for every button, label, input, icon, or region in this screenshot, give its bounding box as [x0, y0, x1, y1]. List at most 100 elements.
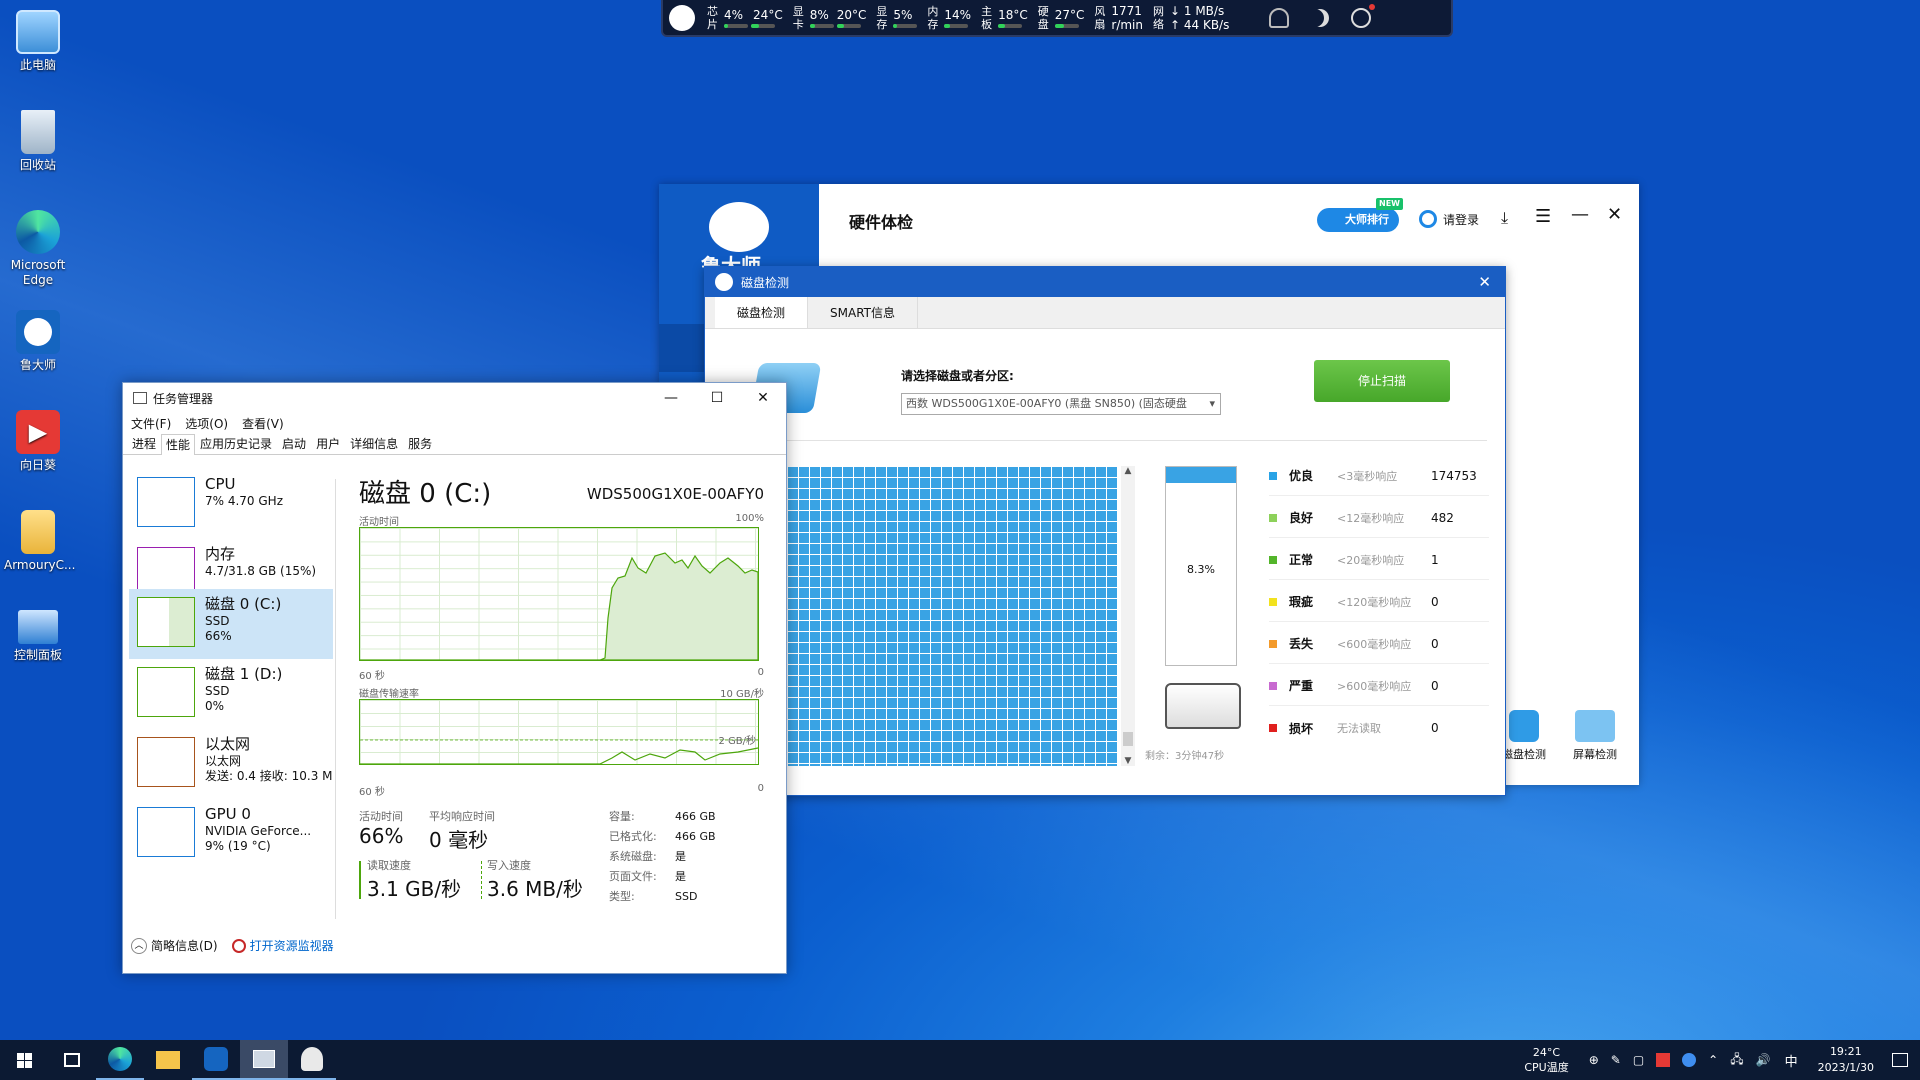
scan-progress-bar: 8.3% [1165, 466, 1237, 666]
scan-progress-text: 8.3% [1187, 563, 1215, 576]
ludashi-small-icon [715, 273, 733, 291]
desktop-icon-sunlogin[interactable]: ▶ 向日葵 [4, 410, 72, 473]
activity-graph [359, 527, 759, 661]
moon-icon[interactable] [1311, 9, 1329, 27]
tray-window-icon[interactable]: ▢ [1633, 1053, 1644, 1067]
tab-details[interactable]: 详细信息 [345, 433, 403, 454]
desktop-icon-ludashi[interactable]: 鲁大师 [4, 310, 72, 373]
active-time-value: 66% [359, 824, 404, 848]
clock[interactable]: 19:21 2023/1/30 [1818, 1044, 1874, 1076]
scroll-up-icon[interactable]: ▲ [1121, 466, 1135, 476]
desktop-icon-control-panel[interactable]: 控制面板 [4, 610, 72, 663]
tab-disk-check[interactable]: 磁盘检测 [715, 297, 809, 328]
ethernet-minigraph [137, 737, 195, 787]
write-accent [481, 861, 482, 899]
ime-indicator[interactable]: 中 [1785, 1051, 1798, 1070]
start-button[interactable] [0, 1040, 48, 1080]
hw-disk: 硬盘 27°C [1037, 4, 1085, 31]
menu-file[interactable]: 文件(F) [131, 415, 171, 432]
cpu-temp-widget[interactable]: 24°C CPU温度 [1524, 1045, 1568, 1075]
tab-users[interactable]: 用户 [311, 433, 345, 454]
chevron-down-icon: ▾ [1206, 394, 1218, 414]
tab-processes[interactable]: 进程 [127, 433, 161, 454]
tab-startup[interactable]: 启动 [277, 433, 311, 454]
graph1-max: 100% [735, 513, 764, 524]
dialog-tabs: 磁盘检测 SMART信息 [705, 297, 1505, 329]
tab-app-history[interactable]: 应用历史记录 [195, 433, 277, 454]
network-icon[interactable]: 🖧 [1730, 1050, 1743, 1071]
brief-info-button[interactable]: ︿ 简略信息(D) [131, 937, 218, 954]
tab-services[interactable]: 服务 [403, 433, 437, 454]
desktop-icon-this-pc[interactable]: 此电脑 [4, 10, 72, 73]
download-icon[interactable]: ⤓ [1501, 208, 1508, 228]
legend-row: 良好 <12毫秒响应 482 [1269, 498, 1489, 538]
tray-edit-icon[interactable]: ✎ [1611, 1053, 1621, 1067]
sidebar-item-cpu[interactable]: CPU 7% 4.70 GHz [129, 469, 333, 539]
sector-map [787, 466, 1117, 766]
menu-view[interactable]: 查看(V) [242, 415, 284, 432]
volume-icon[interactable]: 🔊 [1756, 1053, 1771, 1067]
tab-performance[interactable]: 性能 [161, 434, 196, 455]
edge-icon [108, 1047, 132, 1071]
response-value: 0 毫秒 [429, 828, 489, 852]
taskbar-ludashi-monitor[interactable] [288, 1040, 336, 1080]
notification-icon[interactable] [1892, 1053, 1908, 1067]
hw-memory: 内存 14% [927, 4, 972, 31]
graph1-min: 0 [757, 667, 764, 678]
tool-disk-check[interactable]: 磁盘检测 [1499, 710, 1549, 762]
task-manager-window: 任务管理器 — ☐ ✕ 文件(F) 选项(O) 查看(V) 进程 性能 应用历史… [122, 382, 787, 974]
tray-expand-icon[interactable]: ⌃ [1708, 1053, 1718, 1067]
minimize-icon[interactable]: — [1571, 204, 1589, 225]
hardware-monitor-bar: 芯片 4% 24°C 显卡 8% 20°C 显存 5% 内存 14% 主板 18°C… [661, 0, 1453, 37]
login-button[interactable]: 请登录 [1419, 210, 1479, 228]
menu-icon[interactable]: ☰ [1535, 206, 1551, 227]
hw-vram: 显存 5% [876, 5, 918, 31]
response-label: 平均响应时间 [429, 810, 495, 823]
tray-app-icon[interactable] [1656, 1053, 1671, 1067]
tray-shield-icon[interactable]: ⊕ [1589, 1053, 1599, 1067]
tray-ludashi-icon[interactable] [1682, 1053, 1697, 1067]
tab-smart[interactable]: SMART信息 [808, 297, 918, 328]
recycle-bin-icon [21, 110, 55, 154]
settings-icon[interactable] [1351, 3, 1376, 28]
sidebar-item-ethernet[interactable]: 以太网 以太网 发送: 0.4 接收: 10.3 M [129, 729, 333, 799]
dialog-titlebar: 磁盘检测 ✕ [705, 267, 1505, 297]
tm-minimize-icon[interactable]: — [648, 383, 694, 413]
taskbar-task-manager[interactable] [240, 1040, 288, 1080]
legend-row: 损坏 无法读取 0 [1269, 708, 1489, 748]
activity-graph-line [360, 552, 758, 660]
windows-icon [16, 1052, 32, 1068]
scroll-down-icon[interactable]: ▼ [1121, 756, 1135, 766]
disk-properties: 容量: 466 GB 已格式化: 466 GB 系统磁盘: 是 页面文件: 是 类型: S… [609, 810, 716, 903]
graph2-max: 10 GB/秒 [720, 689, 764, 700]
task-view-button[interactable] [48, 1040, 96, 1080]
sidebar-item-disk0[interactable]: 磁盘 0 (C:) SSD 66% [129, 589, 333, 659]
sidebar-item-gpu[interactable]: GPU 0 NVIDIA GeForce... 9% (19 °C) [129, 799, 333, 869]
stop-scan-button[interactable]: 停止扫描 [1314, 360, 1450, 402]
hw-network: 网络 ↓ 1 MB/s ↑ 44 KB/s [1153, 3, 1230, 32]
graph2-time: 60 秒 [359, 787, 385, 798]
resource-monitor-icon [231, 938, 246, 953]
rank-badge[interactable]: 大师排行 NEW [1317, 198, 1403, 232]
taskbar-explorer[interactable] [144, 1040, 192, 1080]
tool-screen-check[interactable]: 屏幕检测 [1567, 710, 1623, 762]
desktop-icon-edge[interactable]: Microsoft Edge [4, 210, 72, 288]
sector-scrollbar[interactable]: ▲ ▼ [1121, 466, 1135, 766]
dialog-close-icon[interactable]: ✕ [1478, 273, 1491, 291]
sunlogin-icon: ▶ [16, 410, 60, 454]
hw-fan: 风扇 1771 r/min [1094, 3, 1143, 32]
menu-options[interactable]: 选项(O) [185, 415, 228, 432]
desktop-icon-recycle-bin[interactable]: 回收站 [4, 110, 72, 173]
open-resource-monitor-link[interactable]: 打开资源监视器 [231, 937, 334, 954]
desktop-icon-armoury[interactable]: ArmouryC... [4, 510, 75, 573]
taskbar-ludashi[interactable] [192, 1040, 240, 1080]
tm-close-icon[interactable]: ✕ [740, 383, 786, 413]
close-icon[interactable]: ✕ [1607, 204, 1622, 225]
rocket-icon[interactable] [1269, 7, 1290, 28]
taskbar-edge[interactable] [96, 1040, 144, 1080]
ludashi-logo-icon[interactable] [669, 4, 695, 31]
sidebar-item-disk1[interactable]: 磁盘 1 (D:) SSD 0% [129, 659, 333, 729]
graph1-time: 60 秒 [359, 671, 385, 682]
disk-select[interactable]: 西数 WDS500G1X0E-00AFY0 (黑盘 SN850) (固态硬盘 ▾ [901, 393, 1221, 415]
tm-maximize-icon[interactable]: ☐ [694, 383, 740, 413]
